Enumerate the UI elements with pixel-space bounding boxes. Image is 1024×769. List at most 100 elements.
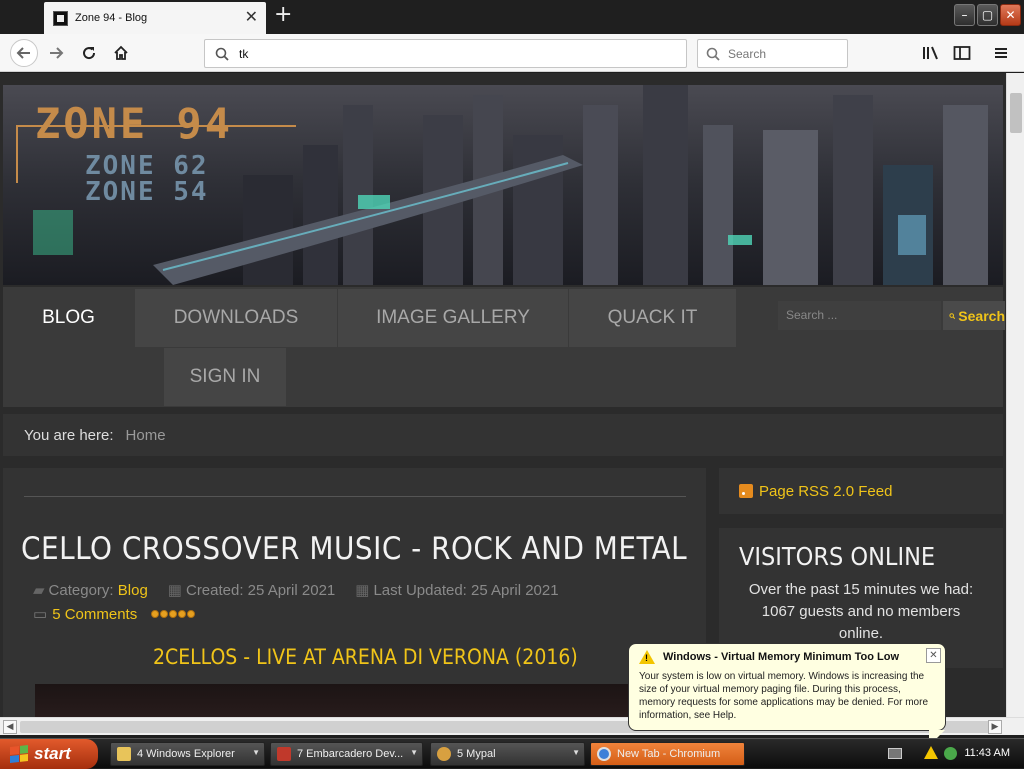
site-logo[interactable]: ZONE 94 — [35, 99, 233, 148]
warning-icon: ! — [639, 650, 655, 664]
video-embed[interactable] — [35, 684, 675, 717]
rating-star-icon[interactable] — [178, 610, 187, 618]
reload-icon — [83, 47, 96, 60]
reload-button[interactable] — [77, 41, 101, 65]
rating-star-icon[interactable] — [169, 610, 178, 618]
address-text: tk — [239, 46, 249, 61]
navigation-toolbar: tk Search — [0, 34, 1024, 72]
tab-close-icon[interactable]: ✕ — [245, 9, 258, 25]
chromium-icon — [597, 747, 611, 761]
taskbar-item-windows-explorer[interactable]: 4 Windows Explorer ▼ — [110, 742, 265, 766]
rating-star-icon[interactable] — [160, 610, 169, 618]
visitors-title: VISITORS ONLINE — [739, 542, 936, 571]
minimize-button[interactable]: – — [954, 4, 975, 26]
search-icon — [215, 47, 229, 61]
calendar-icon: ▦ — [167, 582, 182, 599]
arrow-left-icon — [16, 47, 30, 59]
notification-header: ! Windows - Virtual Memory Minimum Too L… — [639, 650, 935, 664]
taskbar-item-chromium[interactable]: New Tab - Chromium — [590, 742, 745, 766]
menu-item-downloads[interactable]: DOWNLOADS — [135, 289, 337, 347]
windows-taskbar: start 4 Windows Explorer ▼ 7 Embarcadero… — [0, 738, 1024, 769]
new-tab-button[interactable]: + — [274, 4, 292, 26]
window-controls: – ▢ ✕ — [954, 4, 1021, 26]
site-favicon-icon — [53, 10, 68, 26]
site-banner[interactable]: ZONE 94 ZONE 62 ZONE 54 — [3, 85, 1003, 285]
forward-button[interactable] — [44, 41, 68, 65]
taskbar-item-label: 4 Windows Explorer — [137, 748, 235, 760]
chevron-down-icon: ▼ — [572, 748, 580, 757]
browser-titlebar: Zone 94 - Blog ✕ + – ▢ ✕ — [0, 0, 1024, 34]
address-bar[interactable]: tk — [204, 39, 687, 68]
calendar-icon: ▦ — [355, 582, 370, 599]
visitors-text: Over the past 15 minutes we had: 1067 gu… — [748, 581, 974, 642]
vertical-scroll-thumb[interactable] — [1010, 93, 1022, 133]
taskbar-item-label: New Tab - Chromium — [617, 748, 721, 760]
created-date: Created: 25 April 2021 — [185, 582, 336, 599]
network-icon[interactable] — [944, 747, 957, 760]
chevron-down-icon: ▼ — [410, 748, 418, 757]
notification-close-button[interactable]: ✕ — [926, 648, 941, 663]
breadcrumb-home: Home — [125, 426, 166, 444]
menu-item-sign-in[interactable]: SIGN IN — [164, 348, 286, 406]
folder-icon — [117, 747, 131, 761]
clock[interactable]: 11:43 AM — [964, 747, 1010, 759]
taskbar-item-embarcadero[interactable]: 7 Embarcadero Dev... ▼ — [270, 742, 423, 766]
divider — [24, 496, 686, 497]
rating-star-icon[interactable] — [151, 610, 160, 618]
created-meta: ▦ Created: 25 April 2021 — [168, 581, 335, 599]
breadcrumb-label: You are here: — [24, 426, 114, 444]
close-window-button[interactable]: ✕ — [1000, 4, 1021, 26]
vertical-scrollbar[interactable] — [1006, 73, 1024, 717]
tab-title: Zone 94 - Blog — [75, 12, 148, 24]
menu-item-blog[interactable]: BLOG — [3, 289, 134, 347]
warning-tray-icon[interactable] — [924, 746, 938, 759]
search-icon — [949, 312, 956, 319]
comments-link[interactable]: 5 Comments — [52, 606, 137, 623]
taskbar-item-label: 5 Mypal — [457, 748, 496, 760]
windows-logo-icon — [10, 745, 28, 763]
browser-tab[interactable]: Zone 94 - Blog ✕ — [44, 2, 266, 34]
maximize-button[interactable]: ▢ — [977, 4, 998, 26]
search-icon — [706, 47, 720, 61]
comments-row: ▭ 5 Comments — [33, 605, 196, 623]
system-notification-balloon[interactable]: ! Windows - Virtual Memory Minimum Too L… — [628, 643, 946, 746]
browser-search-field[interactable]: Search — [697, 39, 848, 68]
scroll-left-arrow-icon[interactable]: ◀ — [3, 720, 17, 734]
menu-button[interactable] — [989, 41, 1013, 65]
site-search-input[interactable]: Search ... — [778, 301, 941, 330]
embarcadero-icon — [277, 747, 291, 761]
category-link[interactable]: Blog — [118, 582, 148, 599]
rating-stars[interactable] — [151, 610, 196, 618]
site-search-button-label: Search — [958, 307, 1005, 324]
sidebar-icon — [953, 46, 971, 60]
updated-date: Last Updated: 25 April 2021 — [373, 582, 559, 599]
hamburger-menu-icon — [995, 48, 1007, 58]
rss-feed-box: Page RSS 2.0 Feed — [719, 468, 1003, 514]
breadcrumb: You are here: Home — [3, 414, 1003, 456]
menu-item-quack-it[interactable]: QUACK IT — [569, 289, 736, 347]
updated-meta: ▦ Last Updated: 25 April 2021 — [355, 581, 558, 599]
back-button[interactable] — [10, 39, 38, 67]
taskbar-item-mypal[interactable]: 5 Mypal ▼ — [430, 742, 585, 766]
article-title[interactable]: CELLO CROSSOVER MUSIC - ROCK AND METAL — [21, 531, 687, 567]
scroll-right-arrow-icon[interactable]: ▶ — [988, 720, 1002, 734]
logo-subtitle-2: ZONE 54 — [85, 177, 209, 207]
category-meta: ▰ Category: Blog — [33, 581, 148, 599]
page-viewport: ZONE 94 ZONE 62 ZONE 54 BLOG DOWNLOADS I… — [0, 73, 1006, 717]
site-main-menu: BLOG DOWNLOADS IMAGE GALLERY QUACK IT SI… — [3, 287, 1005, 407]
article-meta: ▰ Category: Blog ▦ Created: 25 April 2021 … — [33, 581, 559, 599]
sidebar-button[interactable] — [950, 41, 974, 65]
site-search-button[interactable]: Search — [943, 301, 1005, 330]
notification-body: Your system is low on virtual memory. Wi… — [639, 671, 929, 721]
category-label: Category: — [48, 582, 114, 599]
start-button[interactable]: start — [0, 739, 98, 769]
keyboard-icon[interactable] — [888, 748, 902, 759]
menu-item-image-gallery[interactable]: IMAGE GALLERY — [338, 289, 568, 347]
home-button[interactable] — [109, 41, 133, 65]
library-button[interactable] — [919, 41, 943, 65]
start-label: start — [34, 744, 71, 763]
comment-icon: ▭ — [33, 606, 48, 623]
rating-star-icon[interactable] — [187, 610, 196, 618]
rss-link[interactable]: Page RSS 2.0 Feed — [759, 483, 892, 500]
folder-icon: ▰ — [33, 582, 45, 599]
